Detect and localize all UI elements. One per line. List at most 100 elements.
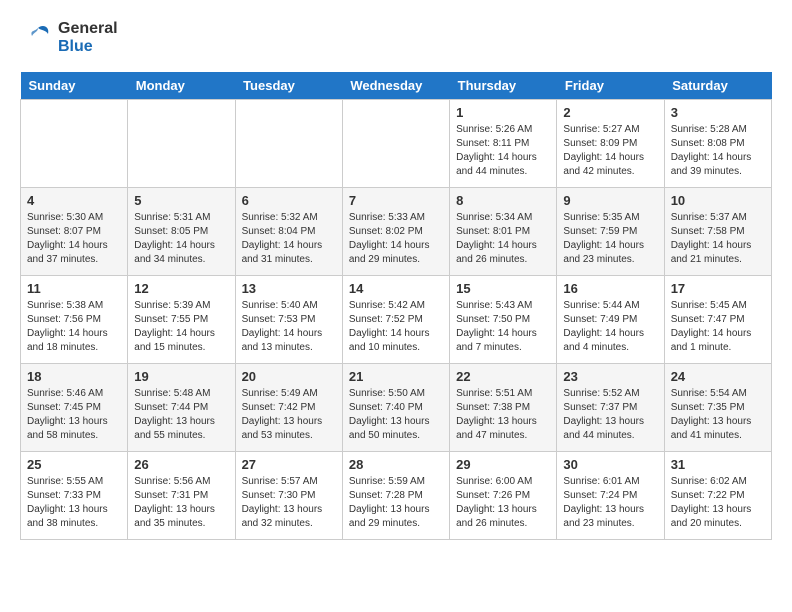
day-header-monday: Monday: [128, 72, 235, 100]
day-info: Sunrise: 5:33 AM Sunset: 8:02 PM Dayligh…: [349, 211, 443, 267]
day-info: Sunrise: 5:52 AM Sunset: 7:37 PM Dayligh…: [563, 387, 657, 443]
day-number: 15: [456, 281, 550, 296]
day-number: 20: [242, 369, 336, 384]
calendar-cell: 28 Sunrise: 5:59 AM Sunset: 7:28 PM Dayli…: [342, 452, 449, 540]
day-info: Sunrise: 6:00 AM Sunset: 7:26 PM Dayligh…: [456, 475, 550, 531]
day-number: 30: [563, 457, 657, 472]
day-number: 13: [242, 281, 336, 296]
day-info: Sunrise: 5:30 AM Sunset: 8:07 PM Dayligh…: [27, 211, 121, 267]
day-info: Sunrise: 5:35 AM Sunset: 7:59 PM Dayligh…: [563, 211, 657, 267]
day-number: 26: [134, 457, 228, 472]
calendar-cell: 4 Sunrise: 5:30 AM Sunset: 8:07 PM Daylig…: [21, 188, 128, 276]
day-header-wednesday: Wednesday: [342, 72, 449, 100]
day-info: Sunrise: 5:49 AM Sunset: 7:42 PM Dayligh…: [242, 387, 336, 443]
day-number: 25: [27, 457, 121, 472]
day-number: 2: [563, 105, 657, 120]
calendar-cell: 5 Sunrise: 5:31 AM Sunset: 8:05 PM Daylig…: [128, 188, 235, 276]
calendar-cell: 12 Sunrise: 5:39 AM Sunset: 7:55 PM Dayli…: [128, 276, 235, 364]
day-header-friday: Friday: [557, 72, 664, 100]
day-number: 8: [456, 193, 550, 208]
day-number: 23: [563, 369, 657, 384]
day-info: Sunrise: 5:38 AM Sunset: 7:56 PM Dayligh…: [27, 299, 121, 355]
day-number: 9: [563, 193, 657, 208]
day-number: 7: [349, 193, 443, 208]
day-info: Sunrise: 6:02 AM Sunset: 7:22 PM Dayligh…: [671, 475, 765, 531]
day-number: 18: [27, 369, 121, 384]
page-header: General Blue: [20, 20, 772, 56]
day-info: Sunrise: 5:50 AM Sunset: 7:40 PM Dayligh…: [349, 387, 443, 443]
day-header-saturday: Saturday: [664, 72, 771, 100]
day-number: 14: [349, 281, 443, 296]
calendar-cell: 20 Sunrise: 5:49 AM Sunset: 7:42 PM Dayli…: [235, 364, 342, 452]
calendar-cell: 19 Sunrise: 5:48 AM Sunset: 7:44 PM Dayli…: [128, 364, 235, 452]
day-info: Sunrise: 5:59 AM Sunset: 7:28 PM Dayligh…: [349, 475, 443, 531]
calendar-week-row: 4 Sunrise: 5:30 AM Sunset: 8:07 PM Daylig…: [21, 188, 772, 276]
day-header-sunday: Sunday: [21, 72, 128, 100]
calendar-cell: 31 Sunrise: 6:02 AM Sunset: 7:22 PM Dayli…: [664, 452, 771, 540]
calendar-week-row: 18 Sunrise: 5:46 AM Sunset: 7:45 PM Dayli…: [21, 364, 772, 452]
day-number: 19: [134, 369, 228, 384]
logo-general: General: [58, 20, 118, 37]
logo-bird-icon: [20, 20, 56, 56]
calendar-cell: 10 Sunrise: 5:37 AM Sunset: 7:58 PM Dayli…: [664, 188, 771, 276]
calendar-cell: 13 Sunrise: 5:40 AM Sunset: 7:53 PM Dayli…: [235, 276, 342, 364]
calendar-week-row: 1 Sunrise: 5:26 AM Sunset: 8:11 PM Daylig…: [21, 100, 772, 188]
day-info: Sunrise: 5:42 AM Sunset: 7:52 PM Dayligh…: [349, 299, 443, 355]
calendar-cell: [21, 100, 128, 188]
calendar-week-row: 11 Sunrise: 5:38 AM Sunset: 7:56 PM Dayli…: [21, 276, 772, 364]
calendar-cell: 11 Sunrise: 5:38 AM Sunset: 7:56 PM Dayli…: [21, 276, 128, 364]
day-info: Sunrise: 5:31 AM Sunset: 8:05 PM Dayligh…: [134, 211, 228, 267]
day-number: 21: [349, 369, 443, 384]
calendar-cell: 14 Sunrise: 5:42 AM Sunset: 7:52 PM Dayli…: [342, 276, 449, 364]
day-number: 11: [27, 281, 121, 296]
calendar-cell: [342, 100, 449, 188]
day-info: Sunrise: 6:01 AM Sunset: 7:24 PM Dayligh…: [563, 475, 657, 531]
day-info: Sunrise: 5:54 AM Sunset: 7:35 PM Dayligh…: [671, 387, 765, 443]
calendar-cell: 23 Sunrise: 5:52 AM Sunset: 7:37 PM Dayli…: [557, 364, 664, 452]
calendar-cell: 1 Sunrise: 5:26 AM Sunset: 8:11 PM Daylig…: [450, 100, 557, 188]
day-info: Sunrise: 5:34 AM Sunset: 8:01 PM Dayligh…: [456, 211, 550, 267]
calendar-cell: 8 Sunrise: 5:34 AM Sunset: 8:01 PM Daylig…: [450, 188, 557, 276]
day-info: Sunrise: 5:57 AM Sunset: 7:30 PM Dayligh…: [242, 475, 336, 531]
calendar-cell: [235, 100, 342, 188]
calendar-cell: 30 Sunrise: 6:01 AM Sunset: 7:24 PM Dayli…: [557, 452, 664, 540]
day-number: 10: [671, 193, 765, 208]
day-info: Sunrise: 5:43 AM Sunset: 7:50 PM Dayligh…: [456, 299, 550, 355]
calendar-cell: 16Sunrise: 5:44 AM Sunset: 7:49 PM Dayli…: [557, 276, 664, 364]
calendar-cell: [128, 100, 235, 188]
day-number: 4: [27, 193, 121, 208]
calendar-cell: 15 Sunrise: 5:43 AM Sunset: 7:50 PM Dayli…: [450, 276, 557, 364]
day-number: 5: [134, 193, 228, 208]
day-info: Sunrise: 5:45 AM Sunset: 7:47 PM Dayligh…: [671, 299, 765, 355]
day-header-thursday: Thursday: [450, 72, 557, 100]
calendar-cell: 2 Sunrise: 5:27 AM Sunset: 8:09 PM Daylig…: [557, 100, 664, 188]
day-info: Sunrise: 5:26 AM Sunset: 8:11 PM Dayligh…: [456, 123, 550, 179]
day-number: 12: [134, 281, 228, 296]
day-info: Sunrise: 5:44 AM Sunset: 7:49 PM Dayligh…: [563, 299, 657, 355]
day-number: 28: [349, 457, 443, 472]
calendar-cell: 25Sunrise: 5:55 AM Sunset: 7:33 PM Dayli…: [21, 452, 128, 540]
calendar-header-row: SundayMondayTuesdayWednesdayThursdayFrid…: [21, 72, 772, 100]
day-info: Sunrise: 5:39 AM Sunset: 7:55 PM Dayligh…: [134, 299, 228, 355]
day-number: 6: [242, 193, 336, 208]
calendar-cell: 7 Sunrise: 5:33 AM Sunset: 8:02 PM Daylig…: [342, 188, 449, 276]
logo-blue: Blue: [58, 38, 93, 55]
day-number: 31: [671, 457, 765, 472]
day-info: Sunrise: 5:32 AM Sunset: 8:04 PM Dayligh…: [242, 211, 336, 267]
calendar-cell: 17Sunrise: 5:45 AM Sunset: 7:47 PM Dayli…: [664, 276, 771, 364]
day-info: Sunrise: 5:40 AM Sunset: 7:53 PM Dayligh…: [242, 299, 336, 355]
day-info: Sunrise: 5:27 AM Sunset: 8:09 PM Dayligh…: [563, 123, 657, 179]
day-info: Sunrise: 5:46 AM Sunset: 7:45 PM Dayligh…: [27, 387, 121, 443]
day-number: 29: [456, 457, 550, 472]
day-info: Sunrise: 5:37 AM Sunset: 7:58 PM Dayligh…: [671, 211, 765, 267]
calendar-table: SundayMondayTuesdayWednesdayThursdayFrid…: [20, 72, 772, 540]
calendar-cell: 29 Sunrise: 6:00 AM Sunset: 7:26 PM Dayli…: [450, 452, 557, 540]
calendar-week-row: 25Sunrise: 5:55 AM Sunset: 7:33 PM Dayli…: [21, 452, 772, 540]
calendar-cell: 18 Sunrise: 5:46 AM Sunset: 7:45 PM Dayli…: [21, 364, 128, 452]
day-info: Sunrise: 5:51 AM Sunset: 7:38 PM Dayligh…: [456, 387, 550, 443]
day-info: Sunrise: 5:56 AM Sunset: 7:31 PM Dayligh…: [134, 475, 228, 531]
calendar-cell: 26 Sunrise: 5:56 AM Sunset: 7:31 PM Dayli…: [128, 452, 235, 540]
day-info: Sunrise: 5:48 AM Sunset: 7:44 PM Dayligh…: [134, 387, 228, 443]
day-number: 1: [456, 105, 550, 120]
calendar-cell: 22Sunrise: 5:51 AM Sunset: 7:38 PM Dayli…: [450, 364, 557, 452]
